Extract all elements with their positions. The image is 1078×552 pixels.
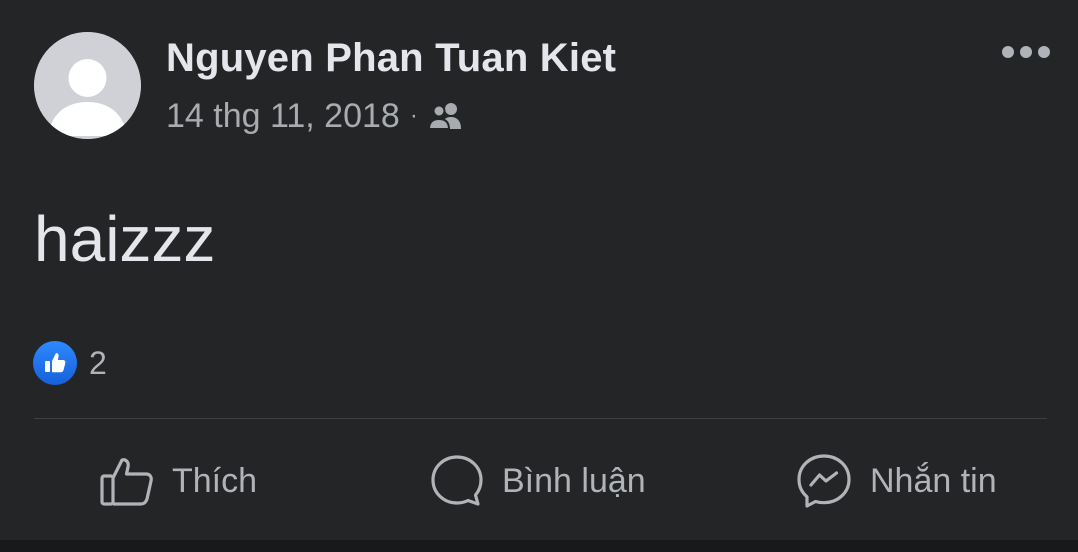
message-label: Nhắn tin	[870, 461, 997, 500]
more-dot	[1038, 46, 1050, 58]
author-name[interactable]: Nguyen Phan Tuan Kiet	[166, 36, 616, 81]
thumbs-up-icon	[100, 454, 154, 508]
post-timestamp[interactable]: 14 thg 11, 2018	[166, 97, 400, 136]
like-icon	[33, 341, 77, 385]
avatar[interactable]	[34, 32, 141, 139]
friends-icon[interactable]	[427, 101, 464, 131]
divider	[34, 418, 1047, 419]
action-bar: Thích Bình luận Nhắn tin	[0, 440, 1078, 522]
messenger-icon	[796, 453, 852, 509]
comment-button[interactable]: Bình luận	[430, 440, 646, 522]
more-dot	[1002, 46, 1014, 58]
post-card: Nguyen Phan Tuan Kiet 14 thg 11, 2018 · …	[0, 0, 1078, 540]
more-dot	[1020, 46, 1032, 58]
like-label: Thích	[172, 461, 258, 500]
bottom-edge	[0, 540, 1078, 552]
post-content: haizzz	[34, 203, 216, 275]
more-options-icon[interactable]	[1002, 40, 1050, 64]
reactions-summary[interactable]: 2	[33, 340, 107, 386]
message-button[interactable]: Nhắn tin	[796, 440, 997, 522]
comment-label: Bình luận	[502, 461, 646, 500]
meta-separator: ·	[409, 102, 418, 129]
default-avatar-icon	[34, 32, 141, 139]
comment-icon	[430, 454, 484, 508]
post-meta: 14 thg 11, 2018 ·	[166, 94, 464, 138]
like-button[interactable]: Thích	[100, 440, 257, 522]
reaction-count: 2	[89, 344, 107, 381]
